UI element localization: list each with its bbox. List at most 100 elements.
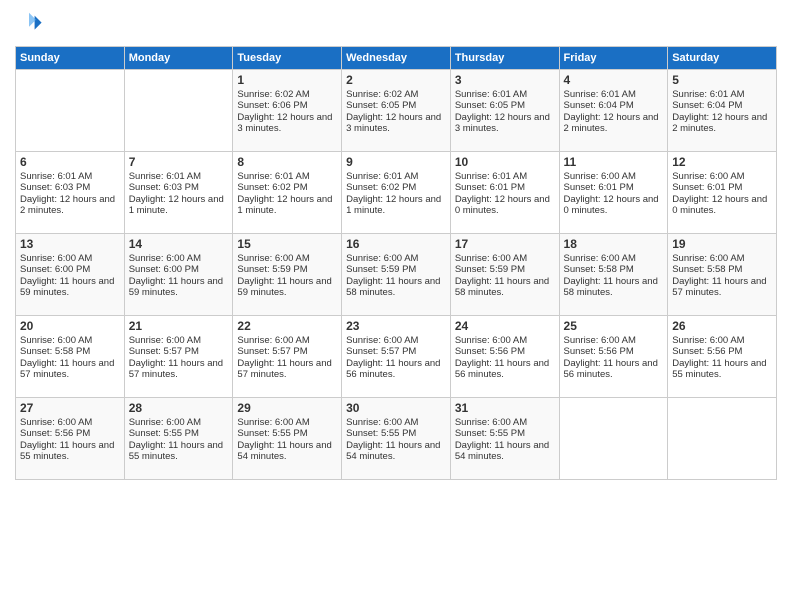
- day-info-line: Sunset: 5:57 PM: [237, 346, 337, 357]
- day-info-line: Daylight: 11 hours and 56 minutes.: [455, 358, 555, 380]
- day-number: 14: [129, 237, 229, 251]
- week-row-4: 20 Sunrise: 6:00 AM Sunset: 5:58 PM Dayligh…: [16, 316, 777, 398]
- day-info-line: Sunrise: 6:00 AM: [129, 335, 229, 346]
- day-info-line: Sunset: 5:55 PM: [346, 428, 446, 439]
- calendar-cell: 10Sunrise: 6:01 AMSunset: 6:01 PMDayligh…: [450, 152, 559, 234]
- day-number: 31: [455, 401, 555, 415]
- day-info-line: Daylight: 12 hours and 3 minutes.: [237, 112, 337, 134]
- day-number: 5: [672, 73, 772, 87]
- header: [15, 10, 777, 38]
- day-number: 23: [346, 319, 446, 333]
- calendar-cell: [668, 398, 777, 480]
- day-info-line: Sunrise: 6:00 AM: [455, 417, 555, 428]
- day-info-line: Daylight: 12 hours and 1 minute.: [237, 194, 337, 216]
- page: SundayMondayTuesdayWednesdayThursdayFrid…: [0, 0, 792, 612]
- day-number: 11: [564, 155, 664, 169]
- day-number: 21: [129, 319, 229, 333]
- day-info-line: Sunrise: 6:02 AM: [237, 89, 337, 100]
- day-info-line: Sunrise: 6:00 AM: [237, 253, 337, 264]
- logo-icon: [15, 10, 43, 38]
- day-info-line: Daylight: 11 hours and 54 minutes.: [237, 440, 337, 462]
- calendar-cell: 26Sunrise: 6:00 AMSunset: 5:56 PMDayligh…: [668, 316, 777, 398]
- calendar-cell: 15Sunrise: 6:00 AMSunset: 5:59 PMDayligh…: [233, 234, 342, 316]
- calendar-cell: 3Sunrise: 6:01 AMSunset: 6:05 PMDaylight…: [450, 70, 559, 152]
- day-number: 20: [20, 319, 120, 333]
- day-info-line: Daylight: 12 hours and 0 minutes.: [564, 194, 664, 216]
- day-info-line: Daylight: 11 hours and 57 minutes.: [672, 276, 772, 298]
- day-info-line: Daylight: 12 hours and 0 minutes.: [672, 194, 772, 216]
- day-number: 9: [346, 155, 446, 169]
- day-number: 10: [455, 155, 555, 169]
- day-info-line: Sunset: 5:59 PM: [237, 264, 337, 275]
- calendar-cell: 19Sunrise: 6:00 AMSunset: 5:58 PMDayligh…: [668, 234, 777, 316]
- day-info-line: Daylight: 11 hours and 55 minutes.: [672, 358, 772, 380]
- day-info-line: Sunrise: 6:01 AM: [346, 171, 446, 182]
- day-number: 25: [564, 319, 664, 333]
- calendar-cell: 27Sunrise: 6:00 AMSunset: 5:56 PMDayligh…: [16, 398, 125, 480]
- day-number: 13: [20, 237, 120, 251]
- day-info-line: Sunset: 6:01 PM: [455, 182, 555, 193]
- day-info-line: Daylight: 12 hours and 1 minute.: [346, 194, 446, 216]
- day-info-line: Sunrise: 6:01 AM: [20, 171, 120, 182]
- calendar-cell: 17Sunrise: 6:00 AMSunset: 5:59 PMDayligh…: [450, 234, 559, 316]
- day-number: 16: [346, 237, 446, 251]
- calendar-cell: 8Sunrise: 6:01 AMSunset: 6:02 PMDaylight…: [233, 152, 342, 234]
- day-header-friday: Friday: [559, 47, 668, 70]
- day-number: 28: [129, 401, 229, 415]
- day-info-line: Sunrise: 6:00 AM: [346, 335, 446, 346]
- day-info-line: Sunset: 5:55 PM: [455, 428, 555, 439]
- day-number: 1: [237, 73, 337, 87]
- day-info-line: Sunset: 5:59 PM: [455, 264, 555, 275]
- day-info-line: Sunrise: 6:01 AM: [129, 171, 229, 182]
- day-info-line: Sunrise: 6:00 AM: [129, 253, 229, 264]
- day-info-line: Sunrise: 6:00 AM: [564, 253, 664, 264]
- week-row-5: 27Sunrise: 6:00 AMSunset: 5:56 PMDayligh…: [16, 398, 777, 480]
- day-info-line: Sunset: 5:56 PM: [20, 428, 120, 439]
- day-info-line: Daylight: 12 hours and 0 minutes.: [455, 194, 555, 216]
- day-number: 27: [20, 401, 120, 415]
- day-header-wednesday: Wednesday: [342, 47, 451, 70]
- day-info-line: Daylight: 11 hours and 56 minutes.: [564, 358, 664, 380]
- day-number: 26: [672, 319, 772, 333]
- day-info-line: Sunrise: 6:00 AM: [672, 171, 772, 182]
- calendar-cell: [124, 70, 233, 152]
- calendar-cell: 4Sunrise: 6:01 AMSunset: 6:04 PMDaylight…: [559, 70, 668, 152]
- day-number: 4: [564, 73, 664, 87]
- day-number: 19: [672, 237, 772, 251]
- day-number: 22: [237, 319, 337, 333]
- day-info-line: Sunset: 6:03 PM: [20, 182, 120, 193]
- day-number: 12: [672, 155, 772, 169]
- day-number: 18: [564, 237, 664, 251]
- day-info-line: Sunrise: 6:00 AM: [237, 335, 337, 346]
- day-info-line: Sunset: 5:58 PM: [20, 346, 120, 357]
- day-info-line: Sunrise: 6:00 AM: [129, 417, 229, 428]
- day-info-line: Sunset: 6:03 PM: [129, 182, 229, 193]
- day-info-line: Sunrise: 6:02 AM: [346, 89, 446, 100]
- calendar-cell: 18Sunrise: 6:00 AMSunset: 5:58 PMDayligh…: [559, 234, 668, 316]
- day-info-line: Daylight: 11 hours and 54 minutes.: [455, 440, 555, 462]
- day-info-line: Sunset: 6:05 PM: [455, 100, 555, 111]
- day-info-line: Sunrise: 6:00 AM: [564, 171, 664, 182]
- day-info-line: Daylight: 12 hours and 1 minute.: [129, 194, 229, 216]
- day-info-line: Sunrise: 6:00 AM: [564, 335, 664, 346]
- calendar-table: SundayMondayTuesdayWednesdayThursdayFrid…: [15, 46, 777, 480]
- calendar-cell: 7Sunrise: 6:01 AMSunset: 6:03 PMDaylight…: [124, 152, 233, 234]
- calendar-cell: 29Sunrise: 6:00 AMSunset: 5:55 PMDayligh…: [233, 398, 342, 480]
- header-row: SundayMondayTuesdayWednesdayThursdayFrid…: [16, 47, 777, 70]
- week-row-1: 1Sunrise: 6:02 AMSunset: 6:06 PMDaylight…: [16, 70, 777, 152]
- day-header-saturday: Saturday: [668, 47, 777, 70]
- day-info-line: Daylight: 11 hours and 59 minutes.: [20, 276, 120, 298]
- day-info-line: Daylight: 12 hours and 3 minutes.: [455, 112, 555, 134]
- calendar-cell: 22Sunrise: 6:00 AMSunset: 5:57 PMDayligh…: [233, 316, 342, 398]
- day-number: 17: [455, 237, 555, 251]
- calendar-cell: 14Sunrise: 6:00 AMSunset: 6:00 PMDayligh…: [124, 234, 233, 316]
- day-info-line: Sunset: 5:55 PM: [129, 428, 229, 439]
- day-info-line: Sunset: 5:58 PM: [564, 264, 664, 275]
- day-info-line: Sunset: 6:05 PM: [346, 100, 446, 111]
- calendar-cell: 28Sunrise: 6:00 AMSunset: 5:55 PMDayligh…: [124, 398, 233, 480]
- day-info-line: Sunrise: 6:00 AM: [455, 253, 555, 264]
- calendar-cell: 2Sunrise: 6:02 AMSunset: 6:05 PMDaylight…: [342, 70, 451, 152]
- day-info-line: Sunset: 5:55 PM: [237, 428, 337, 439]
- day-info-line: Sunrise: 6:00 AM: [20, 417, 120, 428]
- day-info-line: Sunset: 6:02 PM: [237, 182, 337, 193]
